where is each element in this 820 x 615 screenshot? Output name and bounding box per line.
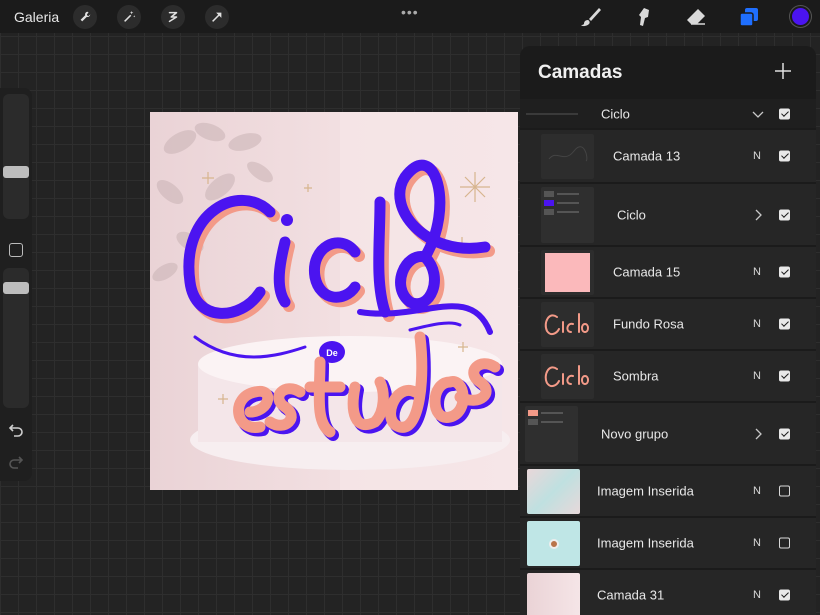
layer-name: Camada 13 (613, 148, 681, 164)
group-collapse-bar (526, 113, 578, 115)
layer-name: Ciclo (617, 207, 646, 222)
blend-mode-label[interactable]: N (753, 537, 761, 549)
layer-name: Camada 31 (597, 587, 665, 603)
layer-name: Novo grupo (601, 426, 669, 441)
opacity-thumb[interactable] (3, 282, 29, 294)
more-options-icon[interactable]: ••• (401, 4, 419, 20)
layers-panel: Camadas Ciclo Camada 13 N Ciclo Camada 1… (520, 46, 816, 615)
layer-name: Ciclo (601, 106, 630, 121)
transform-arrow-icon[interactable] (205, 5, 229, 29)
layer-group-ciclo-open[interactable]: Ciclo (520, 99, 816, 129)
modify-button[interactable] (9, 243, 23, 257)
layer-thumbnail (541, 354, 594, 399)
add-layer-button[interactable] (774, 62, 792, 80)
layer-visibility-checkbox[interactable] (779, 589, 790, 601)
layer-name: Sombra (613, 368, 659, 384)
layer-name: Imagem Inserida (597, 535, 694, 551)
smudge-icon[interactable] (631, 5, 655, 29)
layer-name: Fundo Rosa (613, 316, 684, 332)
layers-panel-title: Camadas (538, 62, 623, 83)
layer-visibility-checkbox[interactable] (779, 266, 790, 278)
layer-visibility-checkbox[interactable] (779, 428, 790, 439)
blend-mode-label[interactable]: N (753, 318, 761, 330)
layer-visibility-checkbox[interactable] (779, 537, 790, 549)
layer-name: Camada 15 (613, 264, 681, 280)
layer-row[interactable]: Camada 13 N (520, 130, 816, 183)
undo-icon[interactable] (8, 423, 24, 437)
blend-mode-label[interactable]: N (753, 485, 761, 497)
group-thumbnail (541, 187, 594, 243)
layer-thumbnail (527, 573, 580, 615)
brush-size-thumb[interactable] (3, 166, 29, 178)
layer-visibility-checkbox[interactable] (779, 108, 790, 119)
layer-visibility-checkbox[interactable] (779, 318, 790, 330)
layer-row[interactable]: Imagem Inserida N (520, 518, 816, 569)
chevron-right-icon[interactable] (752, 428, 764, 440)
drawing-canvas[interactable]: De (150, 112, 518, 490)
group-thumbnail (525, 406, 578, 462)
redo-icon[interactable] (8, 455, 24, 469)
layer-group-novo-grupo[interactable]: Novo grupo (520, 403, 816, 465)
chevron-down-icon[interactable] (752, 108, 764, 120)
gallery-button[interactable]: Galeria (14, 9, 59, 25)
layer-name: Imagem Inserida (597, 483, 694, 499)
layer-row[interactable]: Fundo Rosa N (520, 299, 816, 350)
layers-icon[interactable] (737, 5, 761, 29)
layer-visibility-checkbox[interactable] (779, 209, 790, 220)
layer-visibility-checkbox[interactable] (779, 370, 790, 382)
layer-thumbnail (527, 469, 580, 514)
artwork: De (152, 112, 518, 490)
brush-icon[interactable] (579, 5, 603, 29)
blend-mode-label[interactable]: N (753, 150, 761, 162)
chevron-right-icon[interactable] (752, 209, 764, 221)
layer-row[interactable]: Sombra N (520, 351, 816, 402)
left-sidebar (0, 88, 32, 481)
blend-mode-label[interactable]: N (753, 266, 761, 278)
layer-thumbnail (527, 521, 580, 566)
top-toolbar: Galeria ••• (0, 0, 820, 33)
layer-group-ciclo[interactable]: Ciclo (520, 184, 816, 246)
layer-row[interactable]: Camada 15 N (520, 247, 816, 298)
layer-row[interactable]: Imagem Inserida N (520, 466, 816, 517)
magic-wand-icon[interactable] (117, 5, 141, 29)
current-color-swatch[interactable] (790, 6, 811, 27)
blend-mode-label[interactable]: N (753, 370, 761, 382)
layer-row[interactable]: Camada 31 N (520, 570, 816, 615)
selection-icon[interactable] (161, 5, 185, 29)
brush-size-slider[interactable] (3, 94, 29, 219)
layer-visibility-checkbox[interactable] (779, 485, 790, 497)
layer-thumbnail (541, 250, 594, 295)
svg-text:De: De (326, 348, 338, 358)
wrench-icon[interactable] (73, 5, 97, 29)
layer-thumbnail (541, 134, 594, 179)
eraser-icon[interactable] (684, 5, 708, 29)
layer-visibility-checkbox[interactable] (779, 150, 790, 162)
blend-mode-label[interactable]: N (753, 589, 761, 601)
layer-thumbnail (541, 302, 594, 347)
